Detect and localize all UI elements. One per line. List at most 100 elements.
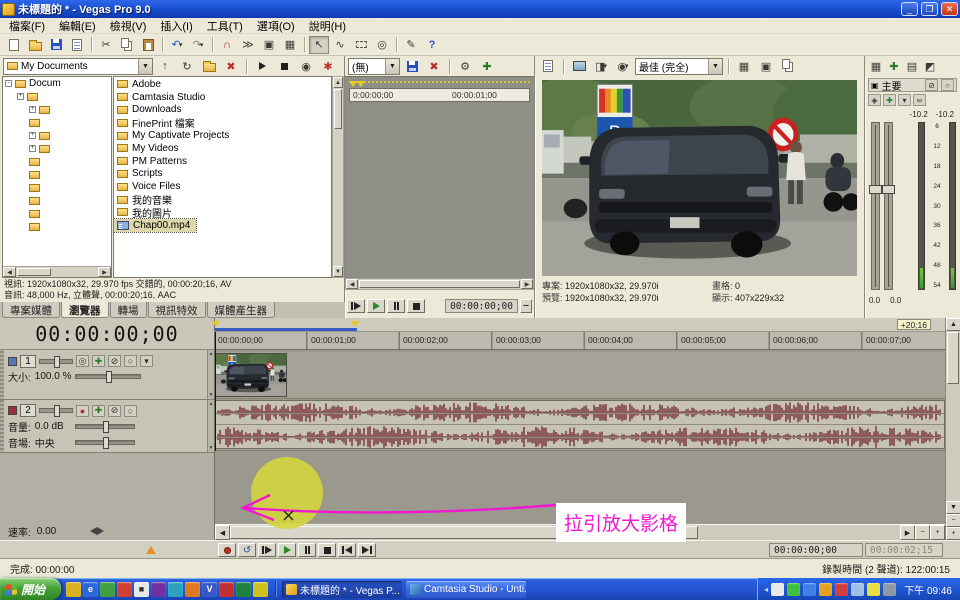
ignore-grouping-icon[interactable]: ▦	[280, 36, 300, 54]
fader-handle[interactable]	[882, 185, 895, 194]
undo-icon[interactable]: ↶▾	[167, 36, 187, 54]
redo-icon[interactable]: ↷▾	[188, 36, 208, 54]
start-button[interactable]: 開始	[0, 578, 61, 600]
zoom-out-track-button[interactable]: −	[946, 514, 960, 527]
trimmer-properties-icon[interactable]: ⚙	[455, 57, 475, 75]
meter-options-icon[interactable]: ▾	[898, 94, 911, 106]
menu-file[interactable]: 檔案(F)	[2, 17, 52, 35]
trimmer-marker-bar[interactable]	[349, 81, 530, 86]
track-number[interactable]: 2	[20, 404, 36, 417]
open-project-icon[interactable]	[25, 36, 45, 54]
stop-preview-icon[interactable]	[274, 57, 294, 75]
enable-snapping-icon[interactable]: ∩	[217, 36, 237, 54]
scrollbar-thumb[interactable]	[334, 89, 342, 129]
track-fade-slider[interactable]	[39, 408, 73, 413]
bus-fx-icon[interactable]: ✚	[883, 94, 896, 106]
cursor-head-icon[interactable]	[212, 321, 220, 327]
pan-slider[interactable]	[75, 440, 135, 445]
trimmer-history-combo[interactable]: (無) ▼	[348, 58, 400, 75]
scroll-right-icon[interactable]: ▶	[521, 279, 533, 289]
tray-icon-6[interactable]	[851, 583, 864, 596]
start-preview-icon[interactable]	[252, 57, 272, 75]
record-button[interactable]	[218, 543, 236, 557]
tray-icon-2[interactable]	[787, 583, 800, 596]
tree-horizontal-scrollbar[interactable]: ◀ ▶	[3, 266, 111, 277]
menu-tools[interactable]: 工具(T)	[200, 17, 250, 35]
fader-mode-icon[interactable]: ◈	[868, 94, 881, 106]
paste-icon[interactable]	[138, 36, 158, 54]
bus-solo-icon[interactable]: ○	[941, 79, 954, 91]
selection-edit-tool-icon[interactable]	[351, 36, 371, 54]
scrollbar-thumb[interactable]	[230, 526, 698, 539]
loop-region-bar[interactable]	[215, 328, 357, 331]
video-preview-display[interactable]	[542, 80, 857, 276]
zoom-in-track-button[interactable]: +	[946, 527, 960, 540]
timeline-cursor[interactable]	[215, 332, 216, 451]
close-button[interactable]: ✕	[941, 2, 958, 16]
tree-expand-icon[interactable]: +	[29, 132, 36, 139]
master-fader-right[interactable]	[884, 122, 893, 290]
list-item[interactable]: Camtasia Studio	[114, 91, 331, 104]
play-button[interactable]	[278, 543, 296, 557]
trimmer-marker-icon[interactable]	[357, 81, 365, 87]
track-drag-handle[interactable]	[0, 350, 4, 399]
copy-icon[interactable]	[117, 36, 137, 54]
scroll-left-icon[interactable]: ◀	[3, 267, 16, 277]
menu-insert[interactable]: 插入(I)	[153, 17, 199, 35]
track-resize-strip[interactable]: ▲▼	[207, 350, 214, 399]
zoom-in-time-button[interactable]: +	[930, 525, 945, 540]
timeline-vertical-scrollbar[interactable]: ▲ ▼ − +	[945, 318, 960, 540]
quicklaunch-icon-2[interactable]: e	[83, 582, 98, 597]
video-track-lane[interactable]	[215, 352, 945, 399]
trimmer-stop-button[interactable]	[407, 299, 425, 313]
quicklaunch-icon-11[interactable]	[236, 582, 251, 597]
rate-slider[interactable]	[90, 527, 104, 535]
scroll-left-icon[interactable]: ◀	[346, 279, 358, 289]
automation-icon[interactable]: ▾	[140, 355, 153, 367]
stop-button[interactable]	[318, 543, 336, 557]
project-video-properties-icon[interactable]	[538, 57, 558, 75]
minimize-button[interactable]: _	[901, 2, 918, 16]
list-item[interactable]: My Captivate Projects	[114, 129, 331, 142]
taskbar-task-camtasia[interactable]: Camtasia Studio - Unti...	[406, 581, 526, 598]
save-marker-icon[interactable]	[402, 57, 422, 75]
auto-ripple-icon[interactable]: ≫	[238, 36, 258, 54]
audio-track-lane[interactable]	[215, 400, 945, 451]
tray-icon-3[interactable]	[803, 583, 816, 596]
list-item[interactable]: PM Patterns	[114, 155, 331, 168]
tray-icon-8[interactable]	[883, 583, 896, 596]
play-from-start-button[interactable]	[258, 543, 276, 557]
folder-tree[interactable]: -Docum + + + + ◀ ▶	[2, 76, 112, 278]
trimmer-horizontal-scrollbar[interactable]: ◀ ▶	[345, 278, 534, 290]
mute-icon[interactable]: ⊘	[108, 405, 121, 417]
chevron-down-icon[interactable]: ▼	[708, 59, 722, 74]
quicklaunch-icon-10[interactable]	[219, 582, 234, 597]
timeline-horizontal-scrollbar[interactable]: ◀ ▶ − +	[215, 524, 945, 540]
zoom-out-time-button[interactable]: −	[915, 525, 930, 540]
go-to-end-button[interactable]	[358, 543, 376, 557]
copy-frame-icon[interactable]	[778, 57, 798, 75]
volume-slider[interactable]	[75, 424, 135, 429]
scroll-up-icon[interactable]: ▲	[333, 77, 343, 88]
list-vertical-scrollbar[interactable]: ▲ ▼	[332, 76, 344, 278]
timeline-timecode-display[interactable]: 00:00:00;00	[0, 318, 214, 350]
address-combo[interactable]: My Documents ▼	[3, 58, 153, 75]
tray-icon-4[interactable]	[819, 583, 832, 596]
scroll-down-icon[interactable]: ▼	[946, 501, 960, 514]
list-item[interactable]: FinePrint 檔案	[114, 116, 331, 129]
preview-mode-icon[interactable]: ◉▾	[613, 57, 633, 75]
trimmer-play-start-button[interactable]	[347, 299, 365, 313]
insert-bus-icon[interactable]: ▦	[868, 57, 884, 75]
audio-event[interactable]	[215, 400, 945, 449]
auto-preview-icon[interactable]: ◉	[296, 57, 316, 75]
tray-icon-5[interactable]	[835, 583, 848, 596]
downmix-icon[interactable]: ◩	[922, 57, 938, 75]
slider-thumb[interactable]	[103, 437, 109, 449]
slider-thumb[interactable]	[54, 356, 60, 368]
file-list[interactable]: Adobe Camtasia Studio Downloads FinePrin…	[113, 76, 332, 278]
solo-icon[interactable]: ○	[124, 405, 137, 417]
taskbar-task-vegas[interactable]: 未標題的 * - Vegas P...	[282, 581, 402, 598]
quicklaunch-icon-5[interactable]: ■	[134, 582, 149, 597]
cut-icon[interactable]: ✂	[96, 36, 116, 54]
lock-envelopes-icon[interactable]: ▣	[259, 36, 279, 54]
